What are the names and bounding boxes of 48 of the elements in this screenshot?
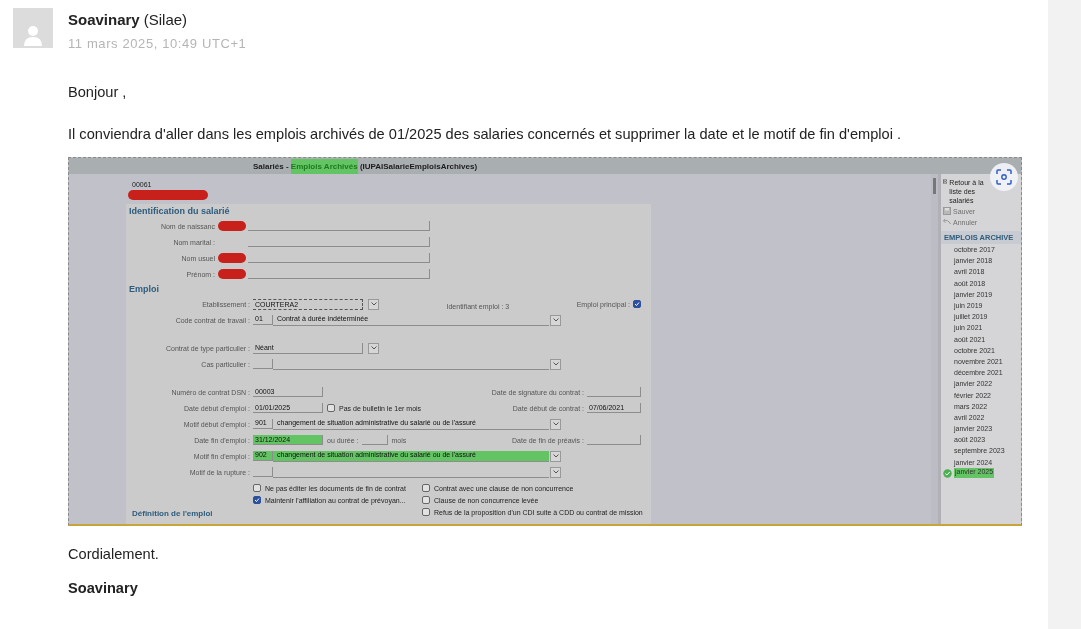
dropdown-button[interactable] xyxy=(368,298,379,310)
caret-icon xyxy=(552,454,559,458)
input-field[interactable] xyxy=(248,253,430,263)
caret-icon xyxy=(552,318,559,322)
dropdown-button[interactable] xyxy=(550,418,561,430)
caret-icon xyxy=(370,302,377,306)
checkbox[interactable] xyxy=(633,300,641,308)
undo-icon xyxy=(943,218,951,225)
closing-text: Cordialement. xyxy=(68,546,159,562)
section-title: Emploi xyxy=(129,284,160,294)
signature-text: Soavinary xyxy=(68,580,138,596)
checkbox[interactable] xyxy=(253,484,261,492)
input-field[interactable] xyxy=(587,387,641,397)
window-title: Salariés - xyxy=(253,161,290,171)
dropdown-button[interactable] xyxy=(550,358,561,370)
caret-icon xyxy=(552,422,559,426)
scrollbar[interactable] xyxy=(931,174,941,524)
checkbox[interactable] xyxy=(253,496,261,504)
camera-icon xyxy=(996,169,1012,185)
window-title: (IUPAISalarieEmploisArchives) xyxy=(358,161,478,171)
dropdown-button[interactable] xyxy=(550,466,561,478)
caret-icon xyxy=(370,346,377,350)
dropdown-button[interactable] xyxy=(368,342,379,354)
input-field[interactable] xyxy=(587,435,641,445)
dropdown-button[interactable] xyxy=(550,314,561,326)
caret-icon xyxy=(552,470,559,474)
window-title: Emplois Archivés xyxy=(290,158,358,174)
message-text: Il conviendra d'aller dans les emplois archivés de 01/2025 des salaries concernés et supprimer la date et le motif de fin d'emploi . xyxy=(68,126,901,142)
input-field[interactable] xyxy=(248,237,430,247)
code-field[interactable] xyxy=(253,359,273,369)
author-organization: (Silae) xyxy=(143,11,188,28)
input-field[interactable] xyxy=(248,221,430,231)
checkbox[interactable] xyxy=(422,508,430,516)
greeting-text: Bonjour , xyxy=(68,84,127,100)
checkbox[interactable] xyxy=(422,496,430,504)
input-field[interactable] xyxy=(361,435,388,445)
section-title: Identification du salarié xyxy=(129,206,231,216)
section-title: Définition de l'emploi xyxy=(132,509,213,518)
code-field[interactable] xyxy=(253,467,273,477)
caret-icon xyxy=(552,362,559,366)
envelope-icon xyxy=(943,178,948,185)
input-field[interactable] xyxy=(248,269,430,279)
checkbox[interactable] xyxy=(422,484,430,492)
post-date: 11 mars 2025, 10:49 UTC+1 xyxy=(68,36,247,51)
dropdown-button[interactable] xyxy=(550,450,561,462)
person-icon xyxy=(23,24,43,48)
checkbox[interactable] xyxy=(327,404,335,412)
author-name[interactable]: Soavinary xyxy=(68,11,140,28)
